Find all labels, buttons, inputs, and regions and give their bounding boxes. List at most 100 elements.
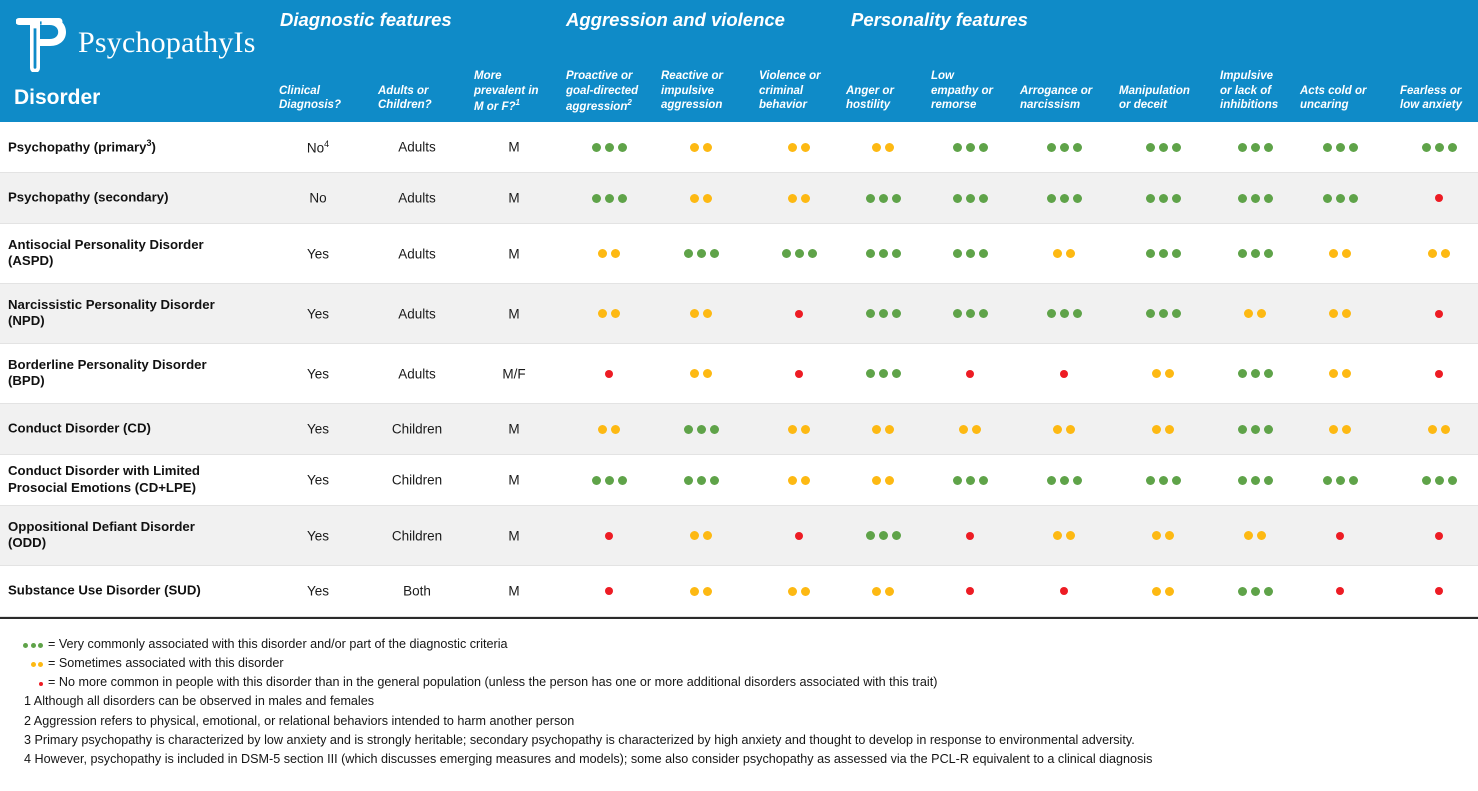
legend-text: = Very commonly associated with this dis… xyxy=(48,637,508,651)
column-header-anger_hostility: Anger or hostility xyxy=(846,84,894,112)
green-dot-icon xyxy=(952,193,962,203)
yellow-dot-icon xyxy=(1329,369,1338,378)
rating-dots-violence_criminal xyxy=(759,367,839,381)
green-dot-icon xyxy=(1237,193,1247,203)
rating-dots-arrogance_narcissism xyxy=(1020,584,1108,598)
green-dot-icon xyxy=(1250,369,1260,378)
yellow-dot-icon xyxy=(1053,249,1062,258)
green-dot-icon xyxy=(1250,424,1260,434)
rating-dots-low_empathy xyxy=(931,422,1009,436)
rating-dots-impulsive xyxy=(1220,140,1290,154)
green-dot-icon xyxy=(807,249,817,258)
green-dot-icon xyxy=(865,369,875,378)
green-dot-icon xyxy=(1171,249,1181,258)
green-dot-icon xyxy=(1322,142,1332,152)
cell-clinical-diagnosis: No xyxy=(309,190,327,206)
footnote-3: 3 Primary psychopathy is characterized b… xyxy=(24,732,1135,747)
rating-dots-violence_criminal xyxy=(759,191,839,205)
green-dot-icon xyxy=(1145,142,1155,152)
green-dot-icon xyxy=(1434,142,1444,152)
note-list: 1 Although all disorders can be observed… xyxy=(6,692,1472,769)
green-dot-icon xyxy=(1250,249,1260,258)
group-title-0: Diagnostic features xyxy=(280,9,452,30)
yellow-dot-icon xyxy=(1053,424,1062,434)
red-dot-icon xyxy=(1060,587,1068,595)
green-dot-icon xyxy=(1250,193,1260,203)
brand-logo-block: PsychopathyIs xyxy=(16,14,256,72)
rating-dots-anger_hostility xyxy=(846,473,920,487)
cell-disorder-name: Borderline Personality Disorder (BPD) xyxy=(8,356,207,389)
green-dot-icon xyxy=(1322,193,1332,203)
green-dot-icon xyxy=(38,643,43,648)
column-header-arrogance_narcissism: Arrogance or narcissism xyxy=(1020,84,1093,112)
rating-dots-reactive_aggression xyxy=(661,422,741,436)
rating-dots-anger_hostility xyxy=(846,367,920,381)
rating-dots-manipulation_deceit xyxy=(1119,422,1207,436)
green-dot-icon xyxy=(23,643,28,648)
rating-dots-reactive_aggression xyxy=(661,473,741,487)
yellow-dot-icon xyxy=(611,309,620,318)
red-dot-icon xyxy=(1060,369,1068,378)
yellow-dot-icon xyxy=(801,586,810,596)
yellow-dot-icon xyxy=(1165,369,1174,378)
rating-dots-manipulation_deceit xyxy=(1119,191,1207,205)
yellow-dot-icon xyxy=(690,142,699,152)
brand-name: PsychopathyIs xyxy=(78,26,256,59)
green-dot-icon xyxy=(696,249,706,258)
yellow-dot-icon xyxy=(1244,531,1253,540)
red-dot-icon xyxy=(1435,587,1443,595)
rating-dots-proactive_aggression xyxy=(566,140,652,154)
green-dot-icon xyxy=(1263,193,1273,203)
column-header-violence_criminal: Violence or criminal behavior xyxy=(759,69,821,112)
yellow-dot-icon xyxy=(1342,249,1351,258)
green-dot-icon xyxy=(878,531,888,540)
rating-dots-low_empathy xyxy=(931,529,1009,543)
green-dot-icon xyxy=(952,249,962,258)
red-dot-icon xyxy=(1435,531,1443,540)
red-dot-icon xyxy=(1435,309,1443,318)
rating-dots-fearless xyxy=(1400,191,1478,205)
yellow-dot-icon xyxy=(1342,309,1351,318)
cell-adults-children: Adults xyxy=(398,139,436,155)
yellow-dot-icon xyxy=(1165,586,1174,596)
green-dot-icon xyxy=(1158,475,1168,485)
rating-dots-fearless xyxy=(1400,140,1478,154)
green-dot-icon xyxy=(1145,475,1155,485)
green-dot-icon xyxy=(1158,249,1168,258)
rating-dots-reactive_aggression xyxy=(661,529,741,543)
rating-dots-acts_cold xyxy=(1300,307,1380,321)
green-dot-icon xyxy=(1237,424,1247,434)
rating-dots-violence_criminal xyxy=(759,473,839,487)
green-dot-icon xyxy=(865,309,875,318)
yellow-dot-icon xyxy=(1066,531,1075,540)
red-dot-icon xyxy=(795,531,803,540)
green-dot-icon xyxy=(978,193,988,203)
yellow-dot-icon xyxy=(690,586,699,596)
rating-dots-acts_cold xyxy=(1300,473,1380,487)
yellow-dot-icon xyxy=(801,424,810,434)
green-dot-icon xyxy=(591,193,601,203)
green-dot-icon xyxy=(1250,586,1260,596)
rating-dots-anger_hostility xyxy=(846,191,920,205)
cell-more-prevalent: M/F xyxy=(502,366,526,381)
green-dot-icon xyxy=(1348,142,1358,152)
red-dot-icon xyxy=(966,587,974,595)
green-dot-icon xyxy=(1046,309,1056,318)
legend-key-red xyxy=(6,681,48,687)
green-dot-icon xyxy=(1348,193,1358,203)
cell-disorder-name: Substance Use Disorder (SUD) xyxy=(8,582,201,598)
cell-more-prevalent: M xyxy=(508,246,520,261)
green-dot-icon xyxy=(978,475,988,485)
green-dot-icon xyxy=(891,369,901,378)
green-dot-icon xyxy=(1171,475,1181,485)
green-dot-icon xyxy=(878,193,888,203)
table-row: Borderline Personality Disorder (BPD) Yes A… xyxy=(0,344,1478,404)
green-dot-icon xyxy=(1335,142,1345,152)
green-dot-icon xyxy=(1072,193,1082,203)
red-dot-icon xyxy=(966,531,974,540)
yellow-dot-icon xyxy=(872,142,881,152)
cell-more-prevalent: M xyxy=(508,583,520,599)
green-dot-icon xyxy=(1263,369,1273,378)
rating-dots-reactive_aggression xyxy=(661,584,741,598)
column-header-more_prevalent: More prevalent in M or F?1 xyxy=(474,69,539,114)
